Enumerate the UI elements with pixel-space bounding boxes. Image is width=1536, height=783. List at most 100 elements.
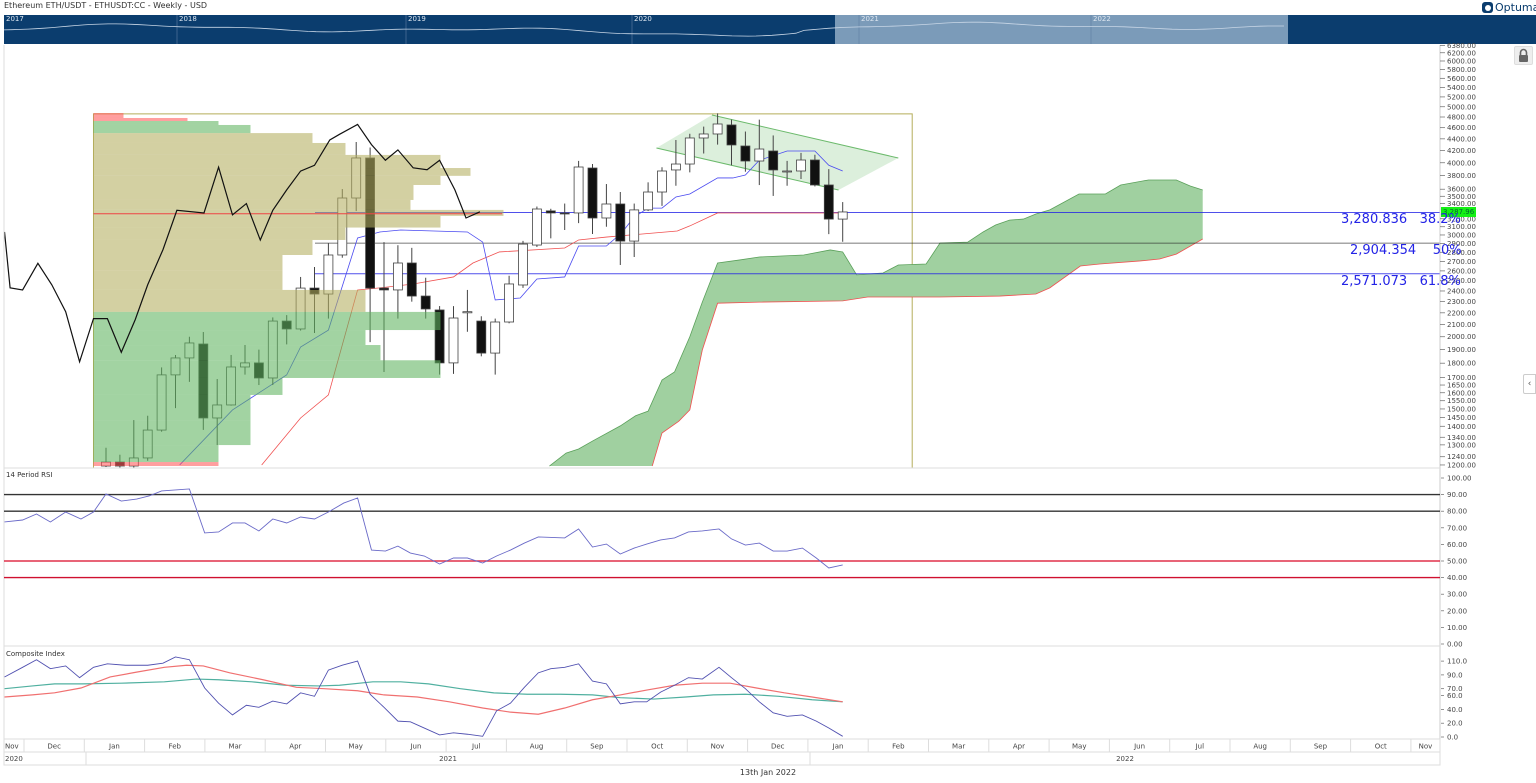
year-label: 2022: [1116, 755, 1134, 763]
candle-down: [559, 212, 570, 215]
composite-tick-label: 40.0: [1447, 706, 1463, 714]
fib-50-label: 2,904.354 50%: [1350, 243, 1462, 258]
candle-up: [532, 208, 542, 246]
volume-profile-bar: [93, 254, 283, 271]
ichimoku-cloud: [549, 179, 1203, 467]
candle-down: [476, 320, 487, 354]
candle-up: [782, 170, 792, 173]
month-label: May: [1072, 743, 1086, 751]
composite-tick-label: 90.0: [1447, 671, 1463, 679]
candle-down: [740, 145, 751, 162]
collapse-panel-chevron-left-icon[interactable]: ‹: [1523, 374, 1536, 394]
rsi-tick-label: 40.00: [1447, 574, 1467, 582]
volume-profile-bar: [93, 133, 313, 143]
candle-down: [615, 203, 626, 242]
price-tick-label: 6000.00: [1447, 57, 1476, 65]
price-tick-label: 5600.00: [1447, 75, 1476, 83]
chart-canvas[interactable]: 6380.006200.006000.005800.005600.005400.…: [0, 0, 1536, 783]
month-label: Jun: [409, 743, 421, 751]
candle-up: [643, 191, 653, 211]
month-label: Jul: [471, 743, 481, 751]
candle-up: [837, 211, 848, 220]
volume-profile-bar: [93, 462, 219, 467]
composite-composite-line: [4, 656, 843, 737]
year-label: 2021: [439, 755, 457, 763]
rsi-line: [4, 488, 843, 569]
candle-up: [573, 166, 584, 214]
composite-fast-average-line: [4, 664, 843, 715]
price-tick-label: 3000.00: [1447, 231, 1476, 239]
fib-618-value: 2,571.073: [1341, 274, 1408, 289]
month-label: Feb: [169, 743, 182, 751]
month-label: Mar: [952, 743, 965, 751]
candle-up: [392, 262, 403, 291]
candle-up: [490, 321, 501, 354]
price-tick-label: 1240.00: [1447, 453, 1476, 461]
price-tick-label: 4400.00: [1447, 135, 1476, 143]
price-tick-label: 5800.00: [1447, 66, 1476, 74]
volume-profile-bar: [93, 117, 188, 122]
candle-up: [601, 203, 612, 219]
month-label: Aug: [1253, 743, 1267, 751]
price-tick-label: 1400.00: [1447, 423, 1476, 431]
rsi-tick-label: 100.00: [1447, 475, 1472, 483]
price-tick-label: 5400.00: [1447, 84, 1476, 92]
volume-profile-bar: [93, 184, 414, 200]
month-label: Oct: [651, 743, 663, 751]
lock-icon[interactable]: [1514, 46, 1533, 65]
price-tick-label: 2100.00: [1447, 321, 1476, 329]
lock-glyph-icon: [1519, 48, 1528, 62]
candle-up: [448, 317, 459, 364]
rsi-tick-label: 60.00: [1447, 541, 1467, 549]
volume-profile-bar: [93, 270, 283, 290]
composite-tick-label: 110.0: [1447, 658, 1467, 666]
composite-tick-label: 60.0: [1447, 692, 1463, 700]
fib-38-value: 3,280.836: [1341, 212, 1408, 227]
volume-profile-bar: [93, 199, 411, 210]
price-tick-label: 2200.00: [1447, 309, 1476, 317]
candle-up: [323, 254, 334, 295]
month-label: Sep: [1314, 743, 1328, 751]
year-label: 2020: [5, 755, 23, 763]
composite-panel-title: Composite Index: [6, 650, 65, 658]
volume-profile-bar: [93, 124, 251, 134]
fib-618-label: 2,571.073 61.8%: [1341, 274, 1461, 289]
candle-up: [698, 133, 709, 139]
volume-profile-bar: [93, 168, 471, 176]
navigator-price-line: [3, 21, 1284, 37]
composite-tick-label: 20.0: [1447, 720, 1463, 728]
candle-up: [671, 163, 681, 171]
volume-profile-bar: [93, 113, 124, 118]
rsi-tick-label: 30.00: [1447, 591, 1467, 599]
rsi-tick-label: 90.00: [1447, 491, 1467, 499]
volume-profile-bar: [93, 311, 441, 331]
price-tick-label: 1600.00: [1447, 389, 1476, 397]
month-label: Jan: [108, 743, 120, 751]
candle-up: [684, 137, 695, 165]
rsi-panel-title: 14 Period RSI: [6, 471, 53, 479]
price-tick-label: 5000.00: [1447, 103, 1476, 111]
rsi-tick-label: 10.00: [1447, 624, 1467, 632]
price-tick-label: 3800.00: [1447, 172, 1476, 180]
volume-profile-bar: [93, 345, 381, 361]
month-label: Jul: [1195, 743, 1205, 751]
volume-profile-bar: [93, 121, 219, 125]
candle-up: [629, 209, 640, 242]
month-label: Jan: [832, 743, 844, 751]
rsi-tick-label: 80.00: [1447, 508, 1467, 516]
volume-profile-bar: [93, 445, 219, 463]
candle-down: [810, 159, 820, 186]
candle-down: [768, 150, 779, 171]
volume-profile-bar: [93, 142, 346, 155]
volume-profile-bar: [93, 420, 251, 446]
price-tick-label: 4800.00: [1447, 114, 1476, 122]
volume-profile-bar: [93, 330, 366, 346]
price-tick-label: 1550.00: [1447, 397, 1476, 405]
composite-tick-label: 0.0: [1447, 734, 1458, 742]
candle-up: [796, 159, 806, 172]
candle-down: [823, 184, 834, 220]
candle-up: [504, 283, 515, 323]
candle-up: [657, 170, 667, 193]
volume-profile-bar: [93, 239, 313, 255]
fib-38-pct: 38.2%: [1419, 212, 1461, 227]
